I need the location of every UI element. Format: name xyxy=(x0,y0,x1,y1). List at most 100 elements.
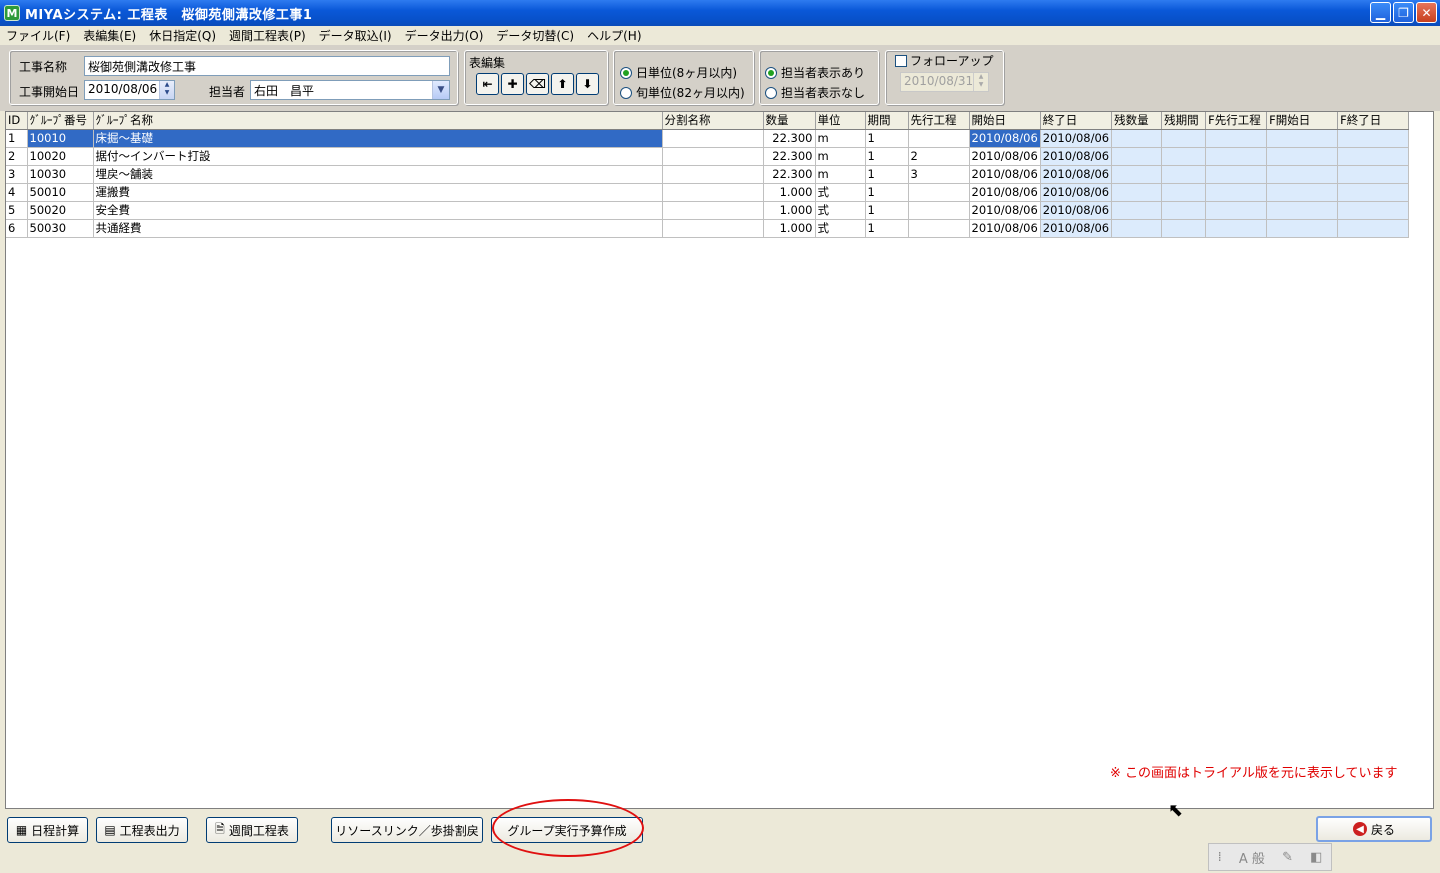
cell-f-end[interactable] xyxy=(1337,183,1410,202)
cell-f-start[interactable] xyxy=(1266,183,1339,202)
move-up-icon[interactable]: ⬆ xyxy=(551,73,574,95)
cell-pred[interactable] xyxy=(908,201,970,220)
cell-remaining-qty[interactable] xyxy=(1111,147,1163,166)
radio-decade-unit[interactable]: 旬単位(82ヶ月以内) xyxy=(620,84,745,101)
table-row[interactable]: 1 10010 床掘～基礎 22.300 m 1 2010/08/06 2010… xyxy=(6,129,1410,148)
cell-end[interactable]: 2010/08/06 xyxy=(1040,201,1113,220)
cell-remaining-qty[interactable] xyxy=(1111,219,1163,238)
col-header[interactable]: 開始日 xyxy=(969,112,1041,130)
cell-f-pred[interactable] xyxy=(1205,165,1268,184)
cell-f-pred[interactable] xyxy=(1205,147,1268,166)
cell-split[interactable] xyxy=(662,147,764,166)
cell-split[interactable] xyxy=(662,201,764,220)
cell-end[interactable]: 2010/08/06 xyxy=(1040,129,1113,148)
menu-weekly-chart[interactable]: 週間工程表(P) xyxy=(223,27,313,44)
cell-pred[interactable] xyxy=(908,129,970,148)
cell-period[interactable]: 1 xyxy=(865,183,909,202)
col-header[interactable]: 単位 xyxy=(815,112,866,130)
cell-group-name[interactable]: 据付～インバート打設 xyxy=(93,147,663,166)
cell-group-no[interactable]: 10020 xyxy=(27,147,94,166)
cell-qty[interactable]: 1.000 xyxy=(763,219,816,238)
return-button[interactable]: ◀ 戻る xyxy=(1316,816,1432,842)
cell-f-start[interactable] xyxy=(1266,147,1339,166)
cell-remaining-period[interactable] xyxy=(1161,219,1207,238)
table-row[interactable]: 4 50010 運搬費 1.000 式 1 2010/08/06 2010/08… xyxy=(6,183,1410,202)
cell-id[interactable]: 4 xyxy=(6,183,28,202)
cell-start[interactable]: 2010/08/06 xyxy=(969,183,1041,202)
table-row[interactable]: 6 50030 共通経費 1.000 式 1 2010/08/06 2010/0… xyxy=(6,219,1410,238)
cell-pred[interactable]: 3 xyxy=(908,165,970,184)
cell-id[interactable]: 3 xyxy=(6,165,28,184)
cell-id[interactable]: 6 xyxy=(6,219,28,238)
cell-remaining-qty[interactable] xyxy=(1111,129,1163,148)
cell-remaining-period[interactable] xyxy=(1161,165,1207,184)
cell-f-pred[interactable] xyxy=(1205,219,1268,238)
menu-data-import[interactable]: データ取込(I) xyxy=(313,27,399,44)
ime-mode[interactable]: A 般 xyxy=(1239,848,1265,867)
cell-end[interactable]: 2010/08/06 xyxy=(1040,165,1113,184)
col-header[interactable]: ｸﾞﾙｰﾌﾟ名称 xyxy=(93,112,663,130)
follow-up-date-input[interactable]: 2010/08/31 ▲ ▼ xyxy=(900,72,989,92)
cell-remaining-period[interactable] xyxy=(1161,129,1207,148)
cell-unit[interactable]: 式 xyxy=(815,219,866,238)
output-chart-button[interactable]: ▤ 工程表出力 xyxy=(96,817,188,843)
cell-start[interactable]: 2010/08/06 xyxy=(969,147,1041,166)
menu-help[interactable]: ヘルプ(H) xyxy=(581,27,648,44)
cell-f-end[interactable] xyxy=(1337,147,1410,166)
cell-f-start[interactable] xyxy=(1266,219,1339,238)
col-header[interactable]: 残期間 xyxy=(1161,112,1207,130)
cell-qty[interactable]: 1.000 xyxy=(763,183,816,202)
cell-group-name[interactable]: 共通経費 xyxy=(93,219,663,238)
start-date-input[interactable]: 2010/08/06 ▲ ▼ xyxy=(84,80,175,100)
table-row[interactable]: 5 50020 安全費 1.000 式 1 2010/08/06 2010/08… xyxy=(6,201,1410,220)
menu-data-switch[interactable]: データ切替(C) xyxy=(490,27,581,44)
radio-day-unit[interactable]: 日単位(8ヶ月以内) xyxy=(620,64,737,81)
col-header[interactable]: 数量 xyxy=(763,112,816,130)
cell-remaining-qty[interactable] xyxy=(1111,201,1163,220)
chevron-down-icon[interactable]: ▼ xyxy=(432,81,449,99)
cell-remaining-qty[interactable] xyxy=(1111,165,1163,184)
col-header[interactable]: ｸﾞﾙｰﾌﾟ番号 xyxy=(27,112,94,130)
cell-id[interactable]: 2 xyxy=(6,147,28,166)
cell-group-name[interactable]: 床掘～基礎 xyxy=(93,129,663,148)
cell-id[interactable]: 5 xyxy=(6,201,28,220)
cell-qty[interactable]: 22.300 xyxy=(763,165,816,184)
cell-unit[interactable]: 式 xyxy=(815,183,866,202)
cell-remaining-period[interactable] xyxy=(1161,183,1207,202)
cell-start[interactable]: 2010/08/06 xyxy=(969,129,1041,148)
menu-file[interactable]: ファイル(F) xyxy=(0,27,77,44)
table-row[interactable]: 2 10020 据付～インバート打設 22.300 m 1 2 2010/08/… xyxy=(6,147,1410,166)
cell-f-pred[interactable] xyxy=(1205,129,1268,148)
cell-f-end[interactable] xyxy=(1337,201,1410,220)
menu-table-edit[interactable]: 表編集(E) xyxy=(77,27,143,44)
radio-show-manager[interactable]: 担当者表示あり xyxy=(765,64,865,81)
cell-group-name[interactable]: 安全費 xyxy=(93,201,663,220)
col-header[interactable]: 期間 xyxy=(865,112,909,130)
cell-end[interactable]: 2010/08/06 xyxy=(1040,219,1113,238)
table-row[interactable]: 3 10030 埋戻～舗装 22.300 m 1 3 2010/08/06 20… xyxy=(6,165,1410,184)
move-down-icon[interactable]: ⬇ xyxy=(576,73,599,95)
cell-remaining-period[interactable] xyxy=(1161,201,1207,220)
follow-up-date-spinner[interactable]: ▲ ▼ xyxy=(973,73,988,91)
cell-split[interactable] xyxy=(662,183,764,202)
cell-group-no[interactable]: 50010 xyxy=(27,183,94,202)
start-date-spinner[interactable]: ▲ ▼ xyxy=(159,81,174,99)
add-row-icon[interactable]: ✚ xyxy=(501,73,524,95)
cell-f-end[interactable] xyxy=(1337,219,1410,238)
schedule-grid[interactable]: ID ｸﾞﾙｰﾌﾟ番号 ｸﾞﾙｰﾌﾟ名称 分割名称 数量 単位 期間 先行工程 … xyxy=(5,111,1434,809)
cell-end[interactable]: 2010/08/06 xyxy=(1040,147,1113,166)
insert-row-icon[interactable]: ⇤ xyxy=(476,73,499,95)
cell-group-no[interactable]: 50020 xyxy=(27,201,94,220)
col-header[interactable]: 分割名称 xyxy=(662,112,764,130)
col-header[interactable]: F先行工程 xyxy=(1205,112,1268,130)
cell-start[interactable]: 2010/08/06 xyxy=(969,219,1041,238)
eraser-icon[interactable]: ⌫ xyxy=(526,73,549,95)
schedule-calc-button[interactable]: ▦ 日程計算 xyxy=(7,817,88,843)
cell-period[interactable]: 1 xyxy=(865,201,909,220)
cell-remaining-qty[interactable] xyxy=(1111,183,1163,202)
cell-unit[interactable]: m xyxy=(815,165,866,184)
col-header[interactable]: F開始日 xyxy=(1266,112,1339,130)
col-header[interactable]: 先行工程 xyxy=(908,112,970,130)
cell-f-start[interactable] xyxy=(1266,129,1339,148)
cell-f-pred[interactable] xyxy=(1205,201,1268,220)
